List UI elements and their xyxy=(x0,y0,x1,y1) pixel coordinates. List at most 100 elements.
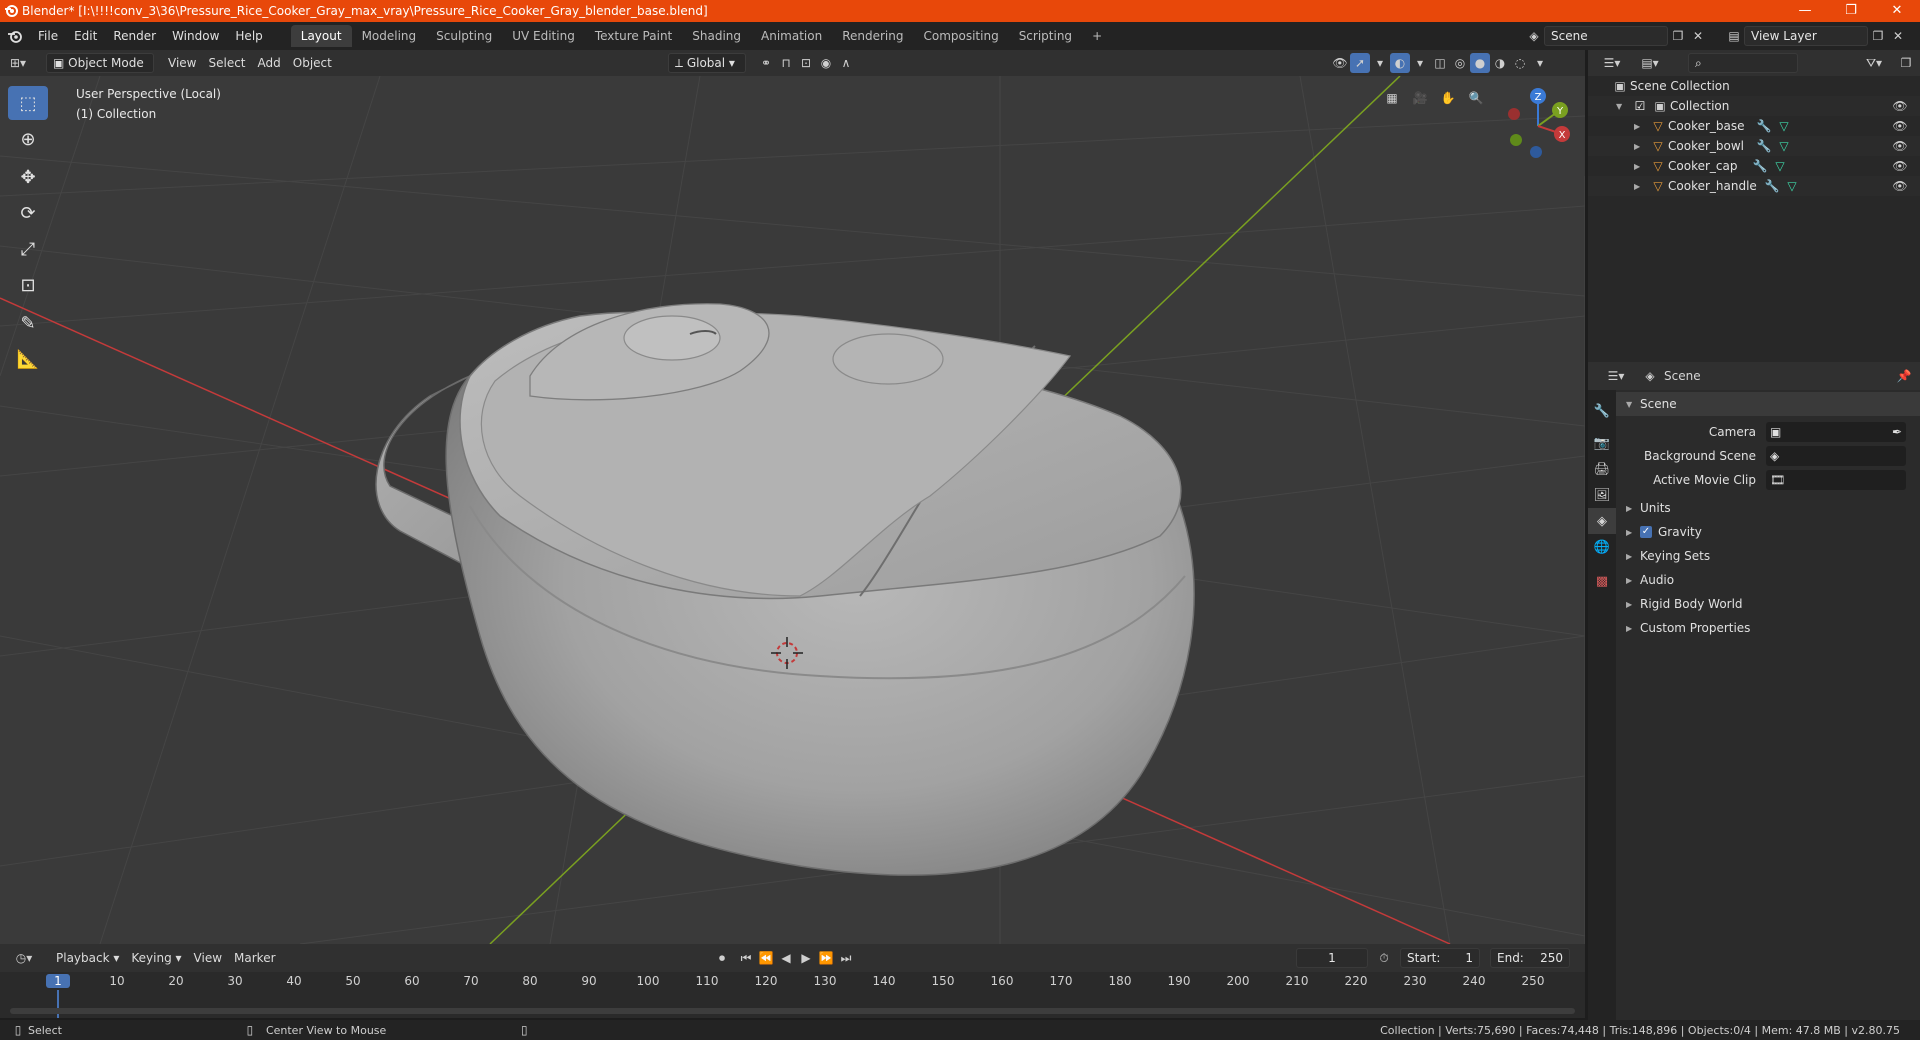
menu-timeline-view[interactable]: View xyxy=(188,948,228,968)
grid-view-icon[interactable]: ▦ xyxy=(1382,88,1402,108)
start-frame-field[interactable]: Start: 1 xyxy=(1400,948,1480,968)
transform-tool[interactable]: ⊡ xyxy=(8,268,48,302)
current-frame-field[interactable]: 1 xyxy=(1296,948,1368,968)
scene-panel-header[interactable]: ▼ Scene xyxy=(1616,392,1920,416)
timeline[interactable]: 1 10 20 30 40 50 60 70 80 90 100 110 120 130 140 150 160… xyxy=(0,972,1585,1018)
rigid-body-world-section[interactable]: ▶ Rigid Body World xyxy=(1616,592,1920,616)
outliner-object-row[interactable]: ▶ ▽ Cooker_bowl 🔧 ▽ 👁 xyxy=(1588,136,1920,156)
camera-view-icon[interactable]: 🎥 xyxy=(1410,88,1430,108)
menu-marker[interactable]: Marker xyxy=(228,948,281,968)
tab-modeling[interactable]: Modeling xyxy=(352,25,427,47)
eyedropper-icon[interactable]: ✒ xyxy=(1892,425,1902,439)
annotate-tool[interactable]: ✎ xyxy=(8,306,48,340)
tab-sculpting[interactable]: Sculpting xyxy=(426,25,502,47)
menu-render[interactable]: Render xyxy=(105,29,164,43)
new-scene-icon[interactable]: ❐ xyxy=(1668,26,1688,46)
jump-start-icon[interactable]: ⏮ xyxy=(736,948,756,968)
shading-dropdown-icon[interactable]: ▾ xyxy=(1530,53,1550,73)
tab-compositing[interactable]: Compositing xyxy=(913,25,1008,47)
expand-arrow-icon[interactable]: ▶ xyxy=(1634,122,1648,131)
units-section[interactable]: ▶ Units xyxy=(1616,496,1920,520)
editor-type-icon[interactable]: ⊞▾ xyxy=(0,53,36,73)
gravity-checkbox[interactable]: ✓ xyxy=(1640,526,1652,538)
measure-tool[interactable]: 📐 xyxy=(8,342,48,376)
scale-tool[interactable]: ⤢ xyxy=(8,232,48,266)
add-workspace-button[interactable]: + xyxy=(1082,25,1112,47)
menu-edit[interactable]: Edit xyxy=(66,29,105,43)
tab-shading[interactable]: Shading xyxy=(682,25,751,47)
maximize-button[interactable]: ❐ xyxy=(1828,0,1874,22)
pin-icon[interactable]: 📌 xyxy=(1894,366,1914,386)
view-layer-tab[interactable]: 🖼 xyxy=(1588,482,1616,508)
properties-editor-type-icon[interactable]: ☰▾ xyxy=(1598,366,1634,386)
record-icon[interactable]: ⏺ xyxy=(712,948,732,968)
rotate-tool[interactable]: ⟳ xyxy=(8,196,48,230)
select-box-tool[interactable]: ⬚ xyxy=(8,86,48,120)
menu-window[interactable]: Window xyxy=(164,29,227,43)
gizmo-dropdown-icon[interactable]: ▾ xyxy=(1370,53,1390,73)
display-mode-icon[interactable]: ▤▾ xyxy=(1640,53,1660,73)
snap-icon[interactable]: ⊓ xyxy=(776,53,796,73)
material-shading-icon[interactable]: ◑ xyxy=(1490,53,1510,73)
mesh-data-icon[interactable]: ▽ xyxy=(1782,176,1802,196)
xray-icon[interactable]: ◫ xyxy=(1430,53,1450,73)
delete-view-layer-icon[interactable]: ✕ xyxy=(1888,26,1908,46)
expand-arrow-icon[interactable]: ▶ xyxy=(1634,182,1648,191)
active-movie-clip-field[interactable]: 🎞 xyxy=(1766,470,1906,490)
tab-uv-editing[interactable]: UV Editing xyxy=(502,25,585,47)
delete-scene-icon[interactable]: ✕ xyxy=(1688,26,1708,46)
tab-texture-paint[interactable]: Texture Paint xyxy=(585,25,682,47)
render-tab[interactable]: 📷 xyxy=(1588,430,1616,456)
timeline-editor-type-icon[interactable]: ◷▾ xyxy=(6,948,42,968)
transform-orientation-dropdown[interactable]: ⟂ Global ▾ xyxy=(668,53,746,73)
solid-shading-icon[interactable]: ● xyxy=(1470,53,1490,73)
scene-selector[interactable]: Scene xyxy=(1544,26,1668,46)
outliner-search-input[interactable]: ⌕ xyxy=(1688,53,1798,73)
blender-menu-icon[interactable] xyxy=(0,26,30,46)
gizmo-toggle-icon[interactable]: ➚ xyxy=(1350,53,1370,73)
overlay-toggle-icon[interactable]: ◐ xyxy=(1390,53,1410,73)
tab-animation[interactable]: Animation xyxy=(751,25,832,47)
view-layer-selector[interactable]: View Layer xyxy=(1744,26,1868,46)
overlay-dropdown-icon[interactable]: ▾ xyxy=(1410,53,1430,73)
jump-keyframe-back-icon[interactable]: ⏪ xyxy=(756,948,776,968)
modifier-icon[interactable]: 🔧 xyxy=(1762,176,1782,196)
outliner-object-row[interactable]: ▶ ▽ Cooker_base 🔧 ▽ 👁 xyxy=(1588,116,1920,136)
tab-rendering[interactable]: Rendering xyxy=(832,25,913,47)
object-mode-dropdown[interactable]: ▣ Object Mode ▾ xyxy=(46,53,154,88)
audio-section[interactable]: ▶ Audio xyxy=(1616,568,1920,592)
outliner-object-row[interactable]: ▶ ▽ Cooker_handle 🔧 ▽ 👁 xyxy=(1588,176,1920,196)
play-icon[interactable]: ▶ xyxy=(796,948,816,968)
visibility-icon[interactable]: 👁 xyxy=(1330,53,1350,73)
world-tab[interactable]: 🌐 xyxy=(1588,534,1616,560)
menu-file[interactable]: File xyxy=(30,29,66,43)
eye-icon[interactable]: 👁 xyxy=(1890,116,1910,136)
menu-select[interactable]: Select xyxy=(202,53,251,73)
mesh-data-icon[interactable]: ▽ xyxy=(1774,116,1794,136)
falloff-icon[interactable]: ∧ xyxy=(836,53,856,73)
menu-view[interactable]: View xyxy=(162,53,202,73)
menu-help[interactable]: Help xyxy=(227,29,270,43)
snap-target-icon[interactable]: ⊡ xyxy=(796,53,816,73)
expand-arrow-icon[interactable]: ▶ xyxy=(1634,162,1648,171)
outliner-editor-type-icon[interactable]: ☰▾ xyxy=(1602,53,1622,73)
menu-add[interactable]: Add xyxy=(252,53,287,73)
output-tab[interactable]: 🖨 xyxy=(1588,456,1616,482)
new-view-layer-icon[interactable]: ❐ xyxy=(1868,26,1888,46)
jump-end-icon[interactable]: ⏭ xyxy=(836,948,856,968)
eye-icon[interactable]: 👁 xyxy=(1890,176,1910,196)
move-tool[interactable]: ✥ xyxy=(8,160,48,194)
texture-tab[interactable]: ▩ xyxy=(1588,568,1616,594)
jump-keyframe-forward-icon[interactable]: ⏩ xyxy=(816,948,836,968)
eye-icon[interactable]: 👁 xyxy=(1890,156,1910,176)
filter-icon[interactable]: ⛛▾ xyxy=(1864,53,1884,73)
mesh-data-icon[interactable]: ▽ xyxy=(1774,136,1794,156)
proportional-edit-icon[interactable]: ◉ xyxy=(816,53,836,73)
end-frame-field[interactable]: End: 250 xyxy=(1490,948,1570,968)
tab-layout[interactable]: Layout xyxy=(290,25,352,47)
menu-object[interactable]: Object xyxy=(287,53,338,73)
expand-arrow-icon[interactable]: ▶ xyxy=(1634,142,1648,151)
keying-sets-section[interactable]: ▶ Keying Sets xyxy=(1616,544,1920,568)
wireframe-shading-icon[interactable]: ◎ xyxy=(1450,53,1470,73)
modifier-icon[interactable]: 🔧 xyxy=(1750,156,1770,176)
